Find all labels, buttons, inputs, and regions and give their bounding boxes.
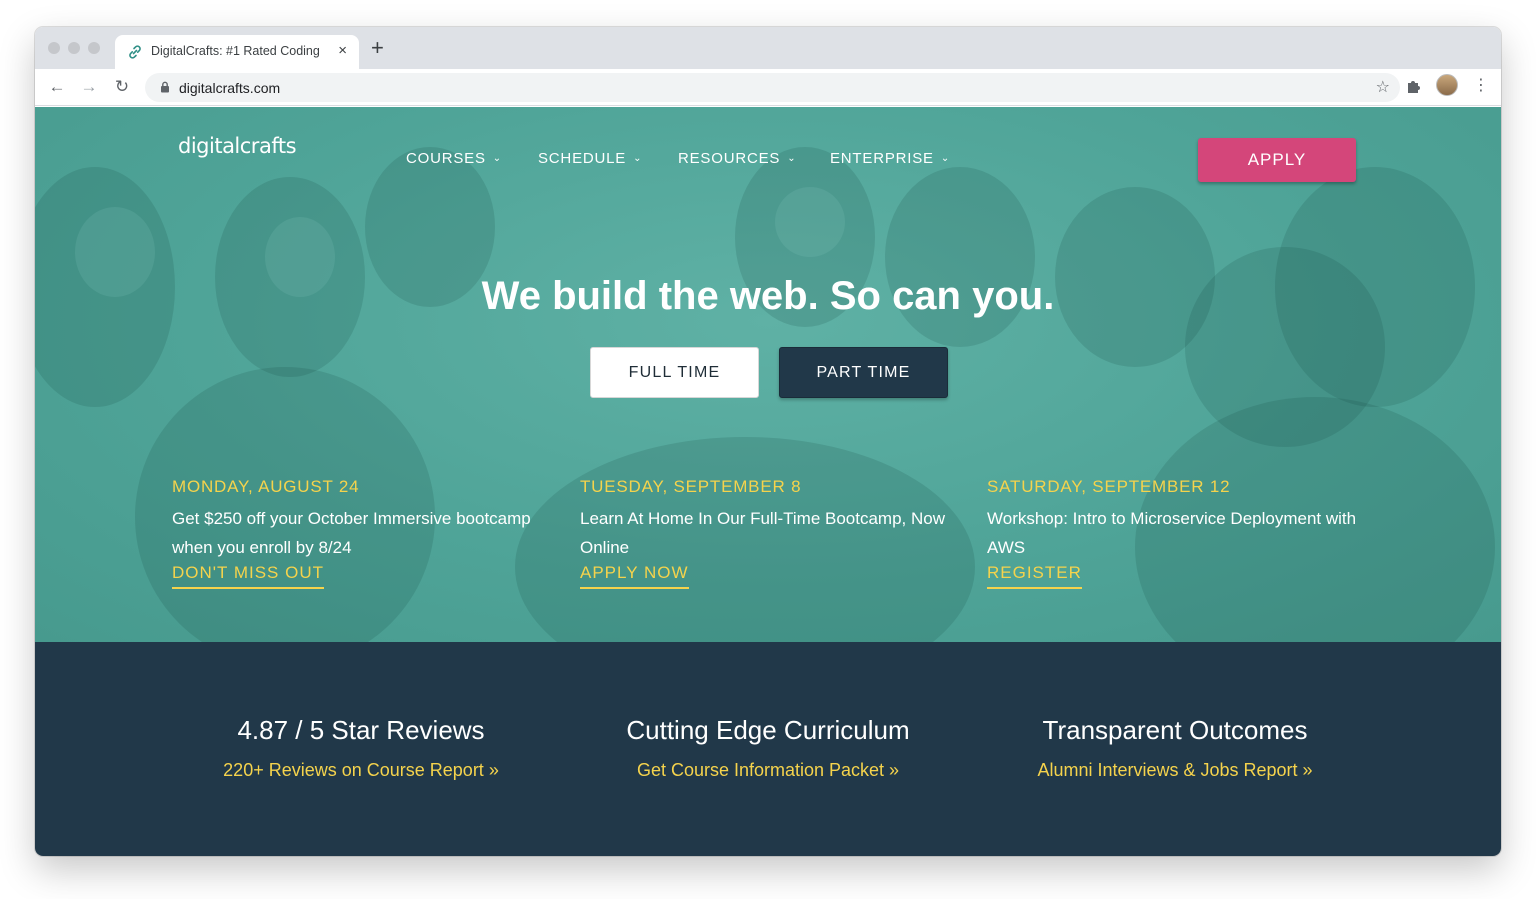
nav-enterprise-label: ENTERPRISE — [830, 150, 934, 167]
profile-avatar[interactable] — [1436, 74, 1458, 96]
browser-window: DigitalCrafts: #1 Rated Coding × + ← → ↻… — [35, 27, 1501, 856]
forward-button[interactable]: → — [78, 76, 100, 98]
nav-courses[interactable]: COURSES ⌄ — [406, 150, 502, 167]
nav-resources[interactable]: RESOURCES ⌄ — [678, 150, 796, 167]
chevron-down-icon: ⌄ — [787, 153, 797, 164]
event-date: SATURDAY, SEPTEMBER 12 — [987, 477, 1231, 496]
stat-reviews: 4.87 / 5 Star Reviews 220+ Reviews on Co… — [171, 715, 551, 781]
maximize-window-button[interactable] — [88, 42, 100, 54]
apply-now-link[interactable]: APPLY NOW — [580, 562, 689, 589]
course-report-link[interactable]: 220+ Reviews on Course Report » — [223, 760, 499, 780]
event-card: SATURDAY, SEPTEMBER 12 Workshop: Intro t… — [987, 477, 1367, 589]
browser-tab[interactable]: DigitalCrafts: #1 Rated Coding × — [115, 35, 359, 69]
jobs-report-link[interactable]: Alumni Interviews & Jobs Report » — [1037, 760, 1312, 780]
chevron-down-icon: ⌄ — [492, 153, 502, 164]
event-description: Workshop: Intro to Microservice Deployme… — [987, 509, 1357, 557]
full-time-button[interactable]: FULL TIME — [590, 347, 759, 398]
tab-title: DigitalCrafts: #1 Rated Coding — [151, 44, 320, 58]
part-time-button[interactable]: PART TIME — [779, 347, 948, 398]
url-text: digitalcrafts.com — [179, 80, 281, 96]
nav-enterprise[interactable]: ENTERPRISE ⌄ — [830, 150, 950, 167]
nav-courses-label: COURSES — [406, 150, 486, 167]
minimize-window-button[interactable] — [68, 42, 80, 54]
web-page: digitalcrafts COURSES ⌄ SCHEDULE ⌄ RESOURC… — [35, 107, 1501, 856]
reload-button[interactable]: ↻ — [111, 76, 133, 98]
hero-headline: We build the web. So can you. — [481, 274, 1055, 318]
apply-button[interactable]: APPLY — [1198, 138, 1356, 182]
stat-outcomes: Transparent Outcomes Alumni Interviews &… — [985, 715, 1365, 781]
event-card: MONDAY, AUGUST 24 Get $250 off your Octo… — [172, 477, 552, 589]
hero-section: digitalcrafts COURSES ⌄ SCHEDULE ⌄ RESOURC… — [35, 107, 1501, 642]
stat-heading: Cutting Edge Curriculum — [626, 715, 910, 745]
chevron-down-icon: ⌄ — [633, 153, 643, 164]
register-link[interactable]: REGISTER — [987, 562, 1082, 589]
nav-schedule-label: SCHEDULE — [538, 150, 627, 167]
lock-icon — [161, 81, 169, 93]
close-window-button[interactable] — [48, 42, 60, 54]
bookmark-star-icon[interactable]: ☆ — [1376, 77, 1390, 97]
tab-strip: DigitalCrafts: #1 Rated Coding × + — [35, 27, 1501, 69]
info-packet-link[interactable]: Get Course Information Packet » — [637, 760, 899, 780]
stats-section: 4.87 / 5 Star Reviews 220+ Reviews on Co… — [35, 642, 1501, 856]
event-description: Learn At Home In Our Full-Time Bootcamp,… — [580, 509, 946, 557]
link-icon — [129, 45, 141, 59]
event-description: Get $250 off your October Immersive boot… — [172, 509, 531, 557]
nav-schedule[interactable]: SCHEDULE ⌄ — [538, 150, 642, 167]
stat-heading: Transparent Outcomes — [1042, 715, 1308, 745]
back-button[interactable]: ← — [46, 76, 68, 98]
stat-curriculum: Cutting Edge Curriculum Get Course Infor… — [578, 715, 958, 781]
site-logo[interactable]: digitalcrafts — [178, 134, 297, 158]
chevron-down-icon: ⌄ — [940, 153, 951, 164]
browser-menu-icon[interactable]: ⋮ — [1473, 76, 1489, 96]
address-bar[interactable]: digitalcrafts.com ☆ — [145, 73, 1400, 102]
close-tab-icon[interactable]: × — [338, 42, 347, 60]
event-date: MONDAY, AUGUST 24 — [172, 477, 360, 496]
new-tab-button[interactable]: + — [371, 37, 384, 59]
browser-toolbar: ← → ↻ digitalcrafts.com ☆ ⋮ — [35, 69, 1501, 106]
event-card: TUESDAY, SEPTEMBER 8 Learn At Home In Ou… — [580, 477, 960, 589]
extensions-puzzle-icon[interactable] — [1405, 77, 1423, 95]
dont-miss-out-link[interactable]: DON'T MISS OUT — [172, 562, 324, 589]
nav-resources-label: RESOURCES — [678, 150, 781, 167]
event-date: TUESDAY, SEPTEMBER 8 — [580, 477, 802, 496]
stat-heading: 4.87 / 5 Star Reviews — [237, 715, 485, 745]
